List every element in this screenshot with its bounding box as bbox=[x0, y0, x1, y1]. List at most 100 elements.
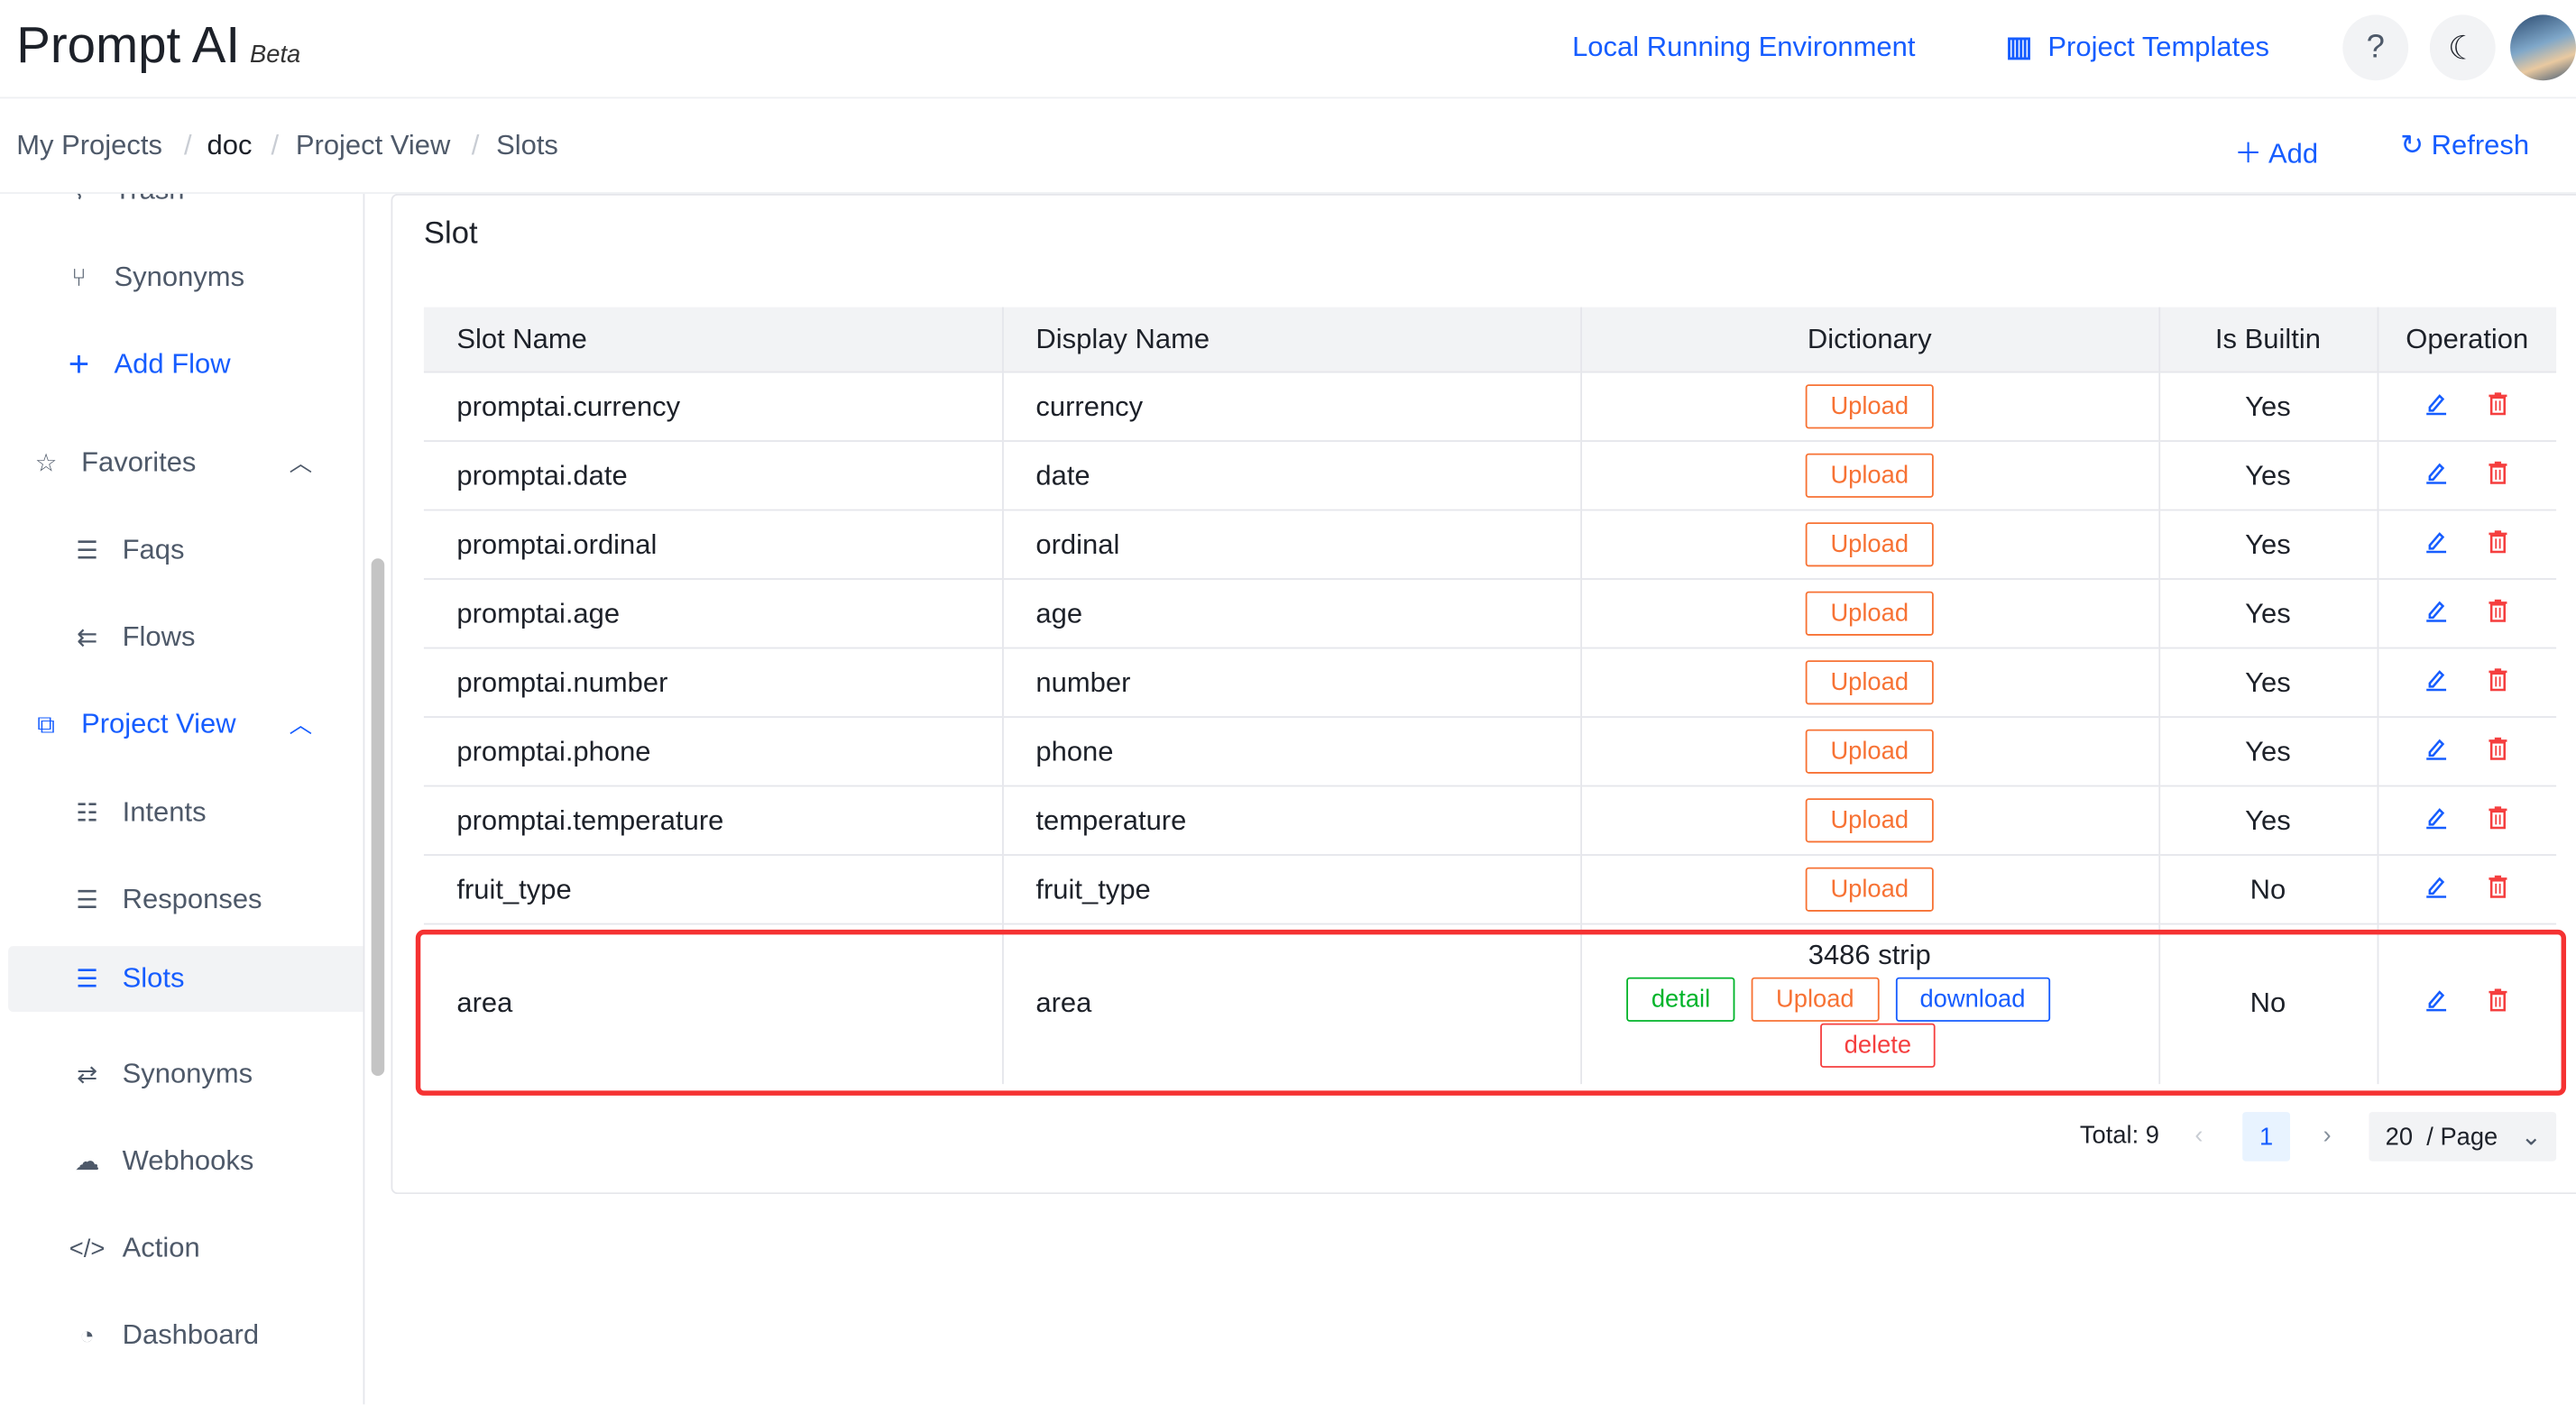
edit-icon[interactable] bbox=[2425, 873, 2448, 905]
operation-cell bbox=[2377, 854, 2557, 924]
delete-icon[interactable] bbox=[2488, 987, 2509, 1020]
chevron-up-icon[interactable]: ︿ bbox=[290, 446, 312, 479]
project-templates-link[interactable]: ▥ Project Templates bbox=[2006, 32, 2269, 64]
edit-icon[interactable] bbox=[2425, 597, 2448, 629]
is-builtin-cell: Yes bbox=[2158, 647, 2378, 718]
cloud-icon: ☁ bbox=[74, 1148, 100, 1177]
avatar[interactable] bbox=[2510, 14, 2576, 81]
is-builtin-cell: Yes bbox=[2158, 578, 2378, 648]
slot-name-cell: promptai.date bbox=[423, 440, 1003, 510]
upload-button[interactable]: Upload bbox=[1806, 660, 1934, 705]
refresh-button[interactable]: ↻ Refresh bbox=[2400, 130, 2529, 162]
table-row: area area 3486 strip detail Upload download de… bbox=[423, 923, 2557, 1084]
breadcrumb-doc[interactable]: doc bbox=[207, 130, 252, 162]
sidebar-group-favorites[interactable]: ☆ Favorites ︿ bbox=[0, 430, 363, 496]
breadcrumb-project-view[interactable]: Project View bbox=[296, 130, 451, 162]
sidebar-item-label: Faqs bbox=[122, 533, 185, 565]
upload-button[interactable]: Upload bbox=[1806, 798, 1934, 843]
edit-icon[interactable] bbox=[2425, 666, 2448, 699]
sidebar-item-webhooks[interactable]: ☁ Webhooks bbox=[0, 1128, 363, 1194]
delete-icon[interactable] bbox=[2488, 528, 2509, 561]
slot-name-cell: promptai.phone bbox=[423, 716, 1003, 786]
dictionary-cell: Upload bbox=[1580, 578, 2160, 648]
breadcrumb-my-projects[interactable]: My Projects bbox=[16, 130, 162, 162]
download-button[interactable]: download bbox=[1895, 978, 2050, 1023]
delete-icon[interactable] bbox=[2488, 873, 2509, 905]
slot-table: Slot Name Display Name Dictionary Is Bui… bbox=[423, 307, 2557, 1084]
upload-button[interactable]: Upload bbox=[1806, 867, 1934, 912]
sidebar-item-responses[interactable]: ☰ Responses bbox=[0, 868, 363, 933]
upload-button[interactable]: Upload bbox=[1806, 729, 1934, 774]
page-size-select[interactable]: 20 / Page ⌄ bbox=[2369, 1112, 2557, 1162]
edit-icon[interactable] bbox=[2425, 390, 2448, 423]
sidebar-scrollbar[interactable] bbox=[371, 558, 385, 1077]
page-1-button[interactable]: 1 bbox=[2242, 1112, 2291, 1162]
edit-icon[interactable] bbox=[2425, 528, 2448, 561]
branch-icon: ⑂ bbox=[71, 263, 87, 292]
breadcrumb-separator: / bbox=[471, 129, 480, 161]
sidebar-item-label: Add Flow bbox=[114, 348, 231, 380]
next-page-button[interactable]: › bbox=[2323, 1122, 2331, 1150]
add-flow-button[interactable]: + Add Flow bbox=[0, 332, 363, 398]
templates-icon: ▥ bbox=[2005, 31, 2033, 63]
slot-name-cell: promptai.currency bbox=[423, 371, 1003, 442]
sidebar-item-label: Synonyms bbox=[114, 261, 245, 293]
sidebar-item-synonyms-top[interactable]: ⑂ Synonyms bbox=[0, 244, 363, 310]
prev-page-button[interactable]: ‹ bbox=[2194, 1122, 2203, 1150]
sidebar-item-slots[interactable]: ☰ Slots bbox=[8, 946, 363, 1012]
chevron-up-icon[interactable]: ︿ bbox=[290, 708, 312, 740]
upload-button[interactable]: Upload bbox=[1806, 591, 1934, 636]
sidebar-item-dashboard[interactable]: ◔ Dashboard bbox=[0, 1302, 363, 1368]
table-row: fruit_type fruit_type Upload No bbox=[423, 854, 2557, 924]
is-builtin-cell: Yes bbox=[2158, 785, 2378, 856]
delete-icon[interactable] bbox=[2488, 666, 2509, 699]
theme-toggle-button[interactable]: ☾ bbox=[2429, 14, 2496, 81]
upload-button[interactable]: Upload bbox=[1806, 453, 1934, 498]
refresh-icon: ↻ bbox=[2400, 129, 2424, 161]
sidebar-item-flows[interactable]: ⇇ Flows bbox=[0, 604, 363, 670]
sidebar-item-label: Slots bbox=[122, 962, 185, 994]
edit-icon[interactable] bbox=[2425, 987, 2448, 1020]
templates-label: Project Templates bbox=[2047, 31, 2269, 63]
display-name-cell: age bbox=[1002, 578, 1582, 648]
local-env-link[interactable]: Local Running Environment bbox=[1572, 32, 1915, 64]
table-row: promptai.temperature temperature Upload Yes bbox=[423, 785, 2557, 856]
upload-button[interactable]: Upload bbox=[1806, 384, 1934, 429]
table-row: promptai.age age Upload Yes bbox=[423, 578, 2557, 648]
sidebar-item-trash[interactable]: ⌇ Trash bbox=[0, 194, 363, 224]
sidebar-item-action[interactable]: </> Action bbox=[0, 1216, 363, 1281]
table-row: promptai.currency currency Upload Yes bbox=[423, 371, 2557, 442]
column-header-operation: Operation bbox=[2377, 307, 2557, 372]
table-row: promptai.number number Upload Yes bbox=[423, 647, 2557, 718]
delete-icon[interactable] bbox=[2488, 459, 2509, 491]
operation-cell bbox=[2377, 647, 2557, 718]
delete-dictionary-button[interactable]: delete bbox=[1819, 1024, 1937, 1069]
edit-icon[interactable] bbox=[2425, 459, 2448, 491]
sidebar-item-label: Favorites bbox=[81, 446, 197, 479]
sidebar-item-synonyms[interactable]: ⇄ Synonyms bbox=[0, 1042, 363, 1107]
detail-button[interactable]: detail bbox=[1626, 978, 1735, 1023]
pagination-total: Total: 9 bbox=[2079, 1122, 2160, 1150]
help-button[interactable]: ? bbox=[2342, 14, 2409, 81]
table-row: promptai.ordinal ordinal Upload Yes bbox=[423, 509, 2557, 580]
edit-icon[interactable] bbox=[2425, 735, 2448, 767]
upload-button[interactable]: Upload bbox=[1806, 522, 1934, 567]
operation-cell bbox=[2377, 578, 2557, 648]
code-icon: </> bbox=[69, 1234, 106, 1263]
sidebar-item-intents[interactable]: ☷ Intents bbox=[0, 780, 363, 846]
sidebar-group-project-view[interactable]: ⧉ Project View ︿ bbox=[0, 692, 363, 758]
chevron-down-icon: ⌄ bbox=[2520, 1123, 2542, 1152]
sidebar-item-faqs[interactable]: ☰ Faqs bbox=[0, 518, 363, 583]
app-logo[interactable]: Prompt AI Beta bbox=[16, 16, 300, 76]
delete-icon[interactable] bbox=[2488, 804, 2509, 837]
edit-icon[interactable] bbox=[2425, 804, 2448, 837]
add-button[interactable]: ＋ Add bbox=[2234, 130, 2318, 171]
display-name-cell: currency bbox=[1002, 371, 1582, 442]
dashboard-icon: ◔ bbox=[79, 1321, 95, 1350]
upload-button[interactable]: Upload bbox=[1751, 978, 1879, 1023]
app-title: Prompt AI bbox=[16, 16, 241, 74]
dictionary-cell: Upload bbox=[1580, 509, 2160, 580]
delete-icon[interactable] bbox=[2488, 390, 2509, 423]
delete-icon[interactable] bbox=[2488, 735, 2509, 767]
delete-icon[interactable] bbox=[2488, 597, 2509, 629]
